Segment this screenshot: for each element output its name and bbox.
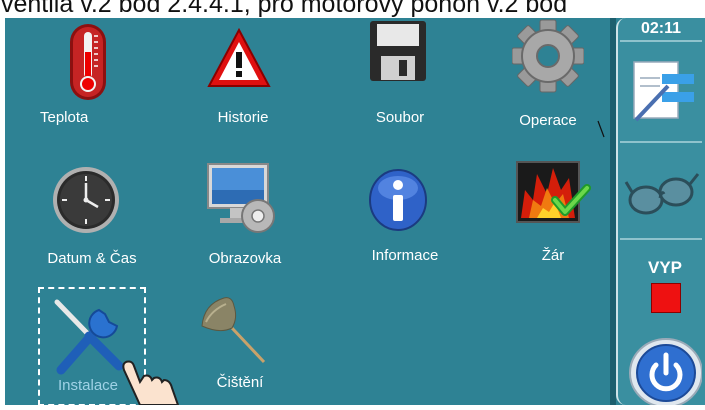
notes-edit-icon[interactable] (628, 56, 698, 126)
stray-mark (597, 120, 605, 138)
status-label: VYP (647, 258, 683, 277)
sidebar-divider (620, 141, 702, 143)
clock-icon[interactable] (51, 165, 121, 235)
power-icon[interactable] (626, 333, 703, 408)
hand-pointer-icon (118, 360, 188, 406)
gear-icon[interactable] (511, 16, 585, 96)
broom-icon[interactable] (198, 296, 268, 366)
item-label-zar[interactable]: Žár (538, 247, 568, 264)
sidebar-divider (620, 238, 702, 240)
monitor-icon[interactable] (204, 160, 280, 236)
item-label-historie[interactable]: Historie (213, 109, 273, 126)
item-label-teplota[interactable]: Teplota (40, 109, 88, 126)
power-button[interactable] (626, 333, 703, 408)
item-label-soubor[interactable]: Soubor (370, 109, 430, 126)
cropped-caption-text: ventila v.2 bod 2.4.4.1, pro motorový po… (1, 0, 568, 18)
item-label-instalace[interactable]: Instalace (52, 377, 124, 394)
item-label-datum-cas[interactable]: Datum & Čas (42, 250, 142, 267)
info-icon[interactable] (368, 168, 428, 232)
clock-time: 02:11 (620, 18, 702, 42)
item-label-obrazovka[interactable]: Obrazovka (205, 250, 285, 267)
fire-check-icon[interactable] (515, 160, 591, 226)
warning-icon[interactable] (207, 27, 271, 88)
item-label-cisteni[interactable]: Čištění (212, 374, 268, 391)
item-label-operace[interactable]: Operace (516, 112, 580, 129)
stop-square-icon[interactable] (651, 283, 681, 313)
item-label-informace[interactable]: Informace (368, 247, 442, 264)
floppy-disk-icon[interactable] (369, 20, 427, 82)
thermometer-icon[interactable] (64, 22, 112, 102)
cropped-caption-strip: ventila v.2 bod 2.4.4.1, pro motorový po… (0, 0, 705, 18)
glasses-icon[interactable] (624, 170, 700, 220)
